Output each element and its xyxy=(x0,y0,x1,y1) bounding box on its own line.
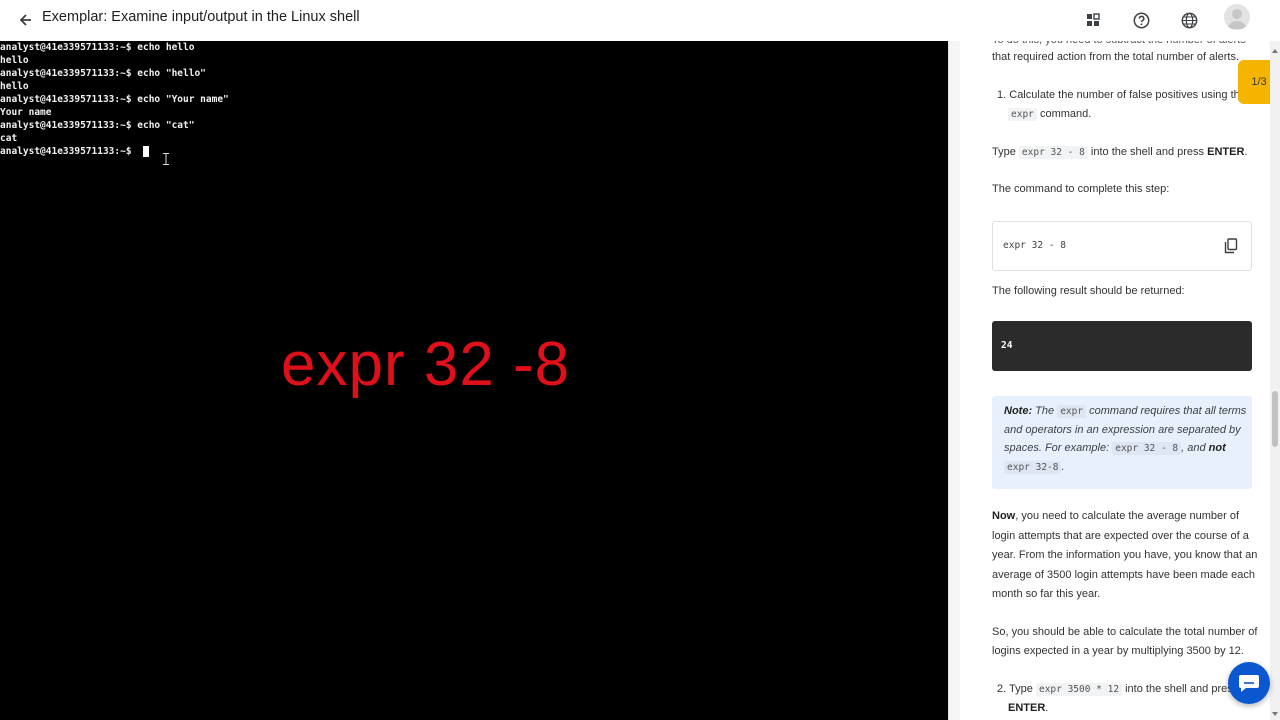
text-cursor-icon xyxy=(163,150,169,165)
grid-icon[interactable] xyxy=(1079,6,1107,34)
inline-code: expr 3500 * 12 xyxy=(1035,683,1123,696)
help-icon[interactable] xyxy=(1127,6,1155,34)
text: spaces. For example: xyxy=(1004,442,1110,454)
terminal-line: analyst@41e339571133:~$ echo "cat" xyxy=(0,120,195,131)
command-text[interactable]: expr 32 - 8 xyxy=(1003,240,1066,251)
type-instruction: Type expr 32 - 8 into the shell and pres… xyxy=(992,143,1247,163)
panel-scrollbar[interactable] xyxy=(1270,41,1280,720)
scroll-down-arrow-icon[interactable] xyxy=(1270,706,1280,716)
back-arrow-icon[interactable] xyxy=(14,8,38,32)
scroll-up-arrow-icon[interactable] xyxy=(1270,43,1280,53)
step-2: 2. Type expr 3500 * 12 into the shell an… xyxy=(997,680,1238,700)
emphasis: Now xyxy=(992,510,1016,522)
instructions-panel: To do this, you need to subtract the num… xyxy=(960,41,1270,720)
avatar[interactable] xyxy=(1224,4,1250,30)
command-label: The command to complete this step: xyxy=(992,183,1170,195)
paragraph-line: login attempts that are expected over th… xyxy=(992,530,1249,542)
paragraph-line: month so far this year. xyxy=(992,588,1101,600)
instruction-text: that required action from the total numb… xyxy=(992,51,1240,63)
key-label: ENTER xyxy=(1008,702,1046,714)
panel-splitter[interactable] xyxy=(948,41,960,720)
inline-code: expr xyxy=(1008,108,1037,121)
terminal-line: analyst@41e339571133:~$ echo "hello" xyxy=(0,68,206,79)
terminal-line: analyst@41e339571133:~$ echo "Your name" xyxy=(0,94,229,105)
step-text: Calculate the number of false positives … xyxy=(1009,89,1246,101)
step-1: 1. Calculate the number of false positiv… xyxy=(997,86,1246,106)
text: . xyxy=(1244,146,1248,158)
note-label: Note: xyxy=(1004,405,1033,417)
step-number: 1. xyxy=(997,89,1007,101)
text: command requires that all terms xyxy=(1089,405,1247,417)
inline-code: expr 32 - 8 xyxy=(1112,442,1182,455)
result-label: The following result should be returned: xyxy=(992,285,1185,297)
chat-bubble-icon xyxy=(1239,675,1259,692)
terminal-line: hello xyxy=(0,55,29,66)
step-text: command. xyxy=(1039,108,1092,120)
note-line: spaces. For example: expr 32 - 8, and no… xyxy=(1004,439,1226,458)
globe-icon[interactable] xyxy=(1175,6,1203,34)
scrollbar-thumb[interactable] xyxy=(1272,391,1278,447)
inline-code: expr 32 - 8 xyxy=(1018,146,1088,159)
note-line: Note: The expr command requires that all… xyxy=(1004,402,1246,421)
terminal-prompt: analyst@41e339571133:~$ xyxy=(0,146,138,157)
note-callout: Note: The expr command requires that all… xyxy=(992,396,1252,489)
text: . xyxy=(1045,702,1049,714)
top-header: Exemplar: Examine input/output in the Li… xyxy=(0,0,1280,41)
text: Type xyxy=(992,146,1016,158)
paragraph-line: logins expected in a year by multiplying… xyxy=(992,645,1244,657)
step-number: 2. xyxy=(997,683,1007,695)
inline-code: expr xyxy=(1057,405,1087,418)
terminal-cursor xyxy=(143,146,149,157)
paragraph-line: Now, you need to calculate the average n… xyxy=(992,507,1239,527)
chat-button[interactable] xyxy=(1228,662,1270,704)
terminal-line: analyst@41e339571133:~$ echo hello xyxy=(0,42,195,53)
text: Type xyxy=(1009,683,1033,695)
paragraph-line: average of 3500 login attempts have been… xyxy=(992,569,1255,581)
inline-code: expr 32-8 xyxy=(1004,461,1062,474)
result-text: 24 xyxy=(1001,340,1013,351)
text: into the shell and press xyxy=(1125,683,1239,695)
paragraph-line: So, you should be able to calculate the … xyxy=(992,626,1258,638)
key-label: ENTER xyxy=(1207,146,1245,158)
emphasis: not xyxy=(1208,442,1226,454)
text: into the shell and press xyxy=(1090,146,1205,158)
terminal-line: cat xyxy=(0,133,18,144)
terminal-line: hello xyxy=(0,81,29,92)
note-line: expr 32-8. xyxy=(1004,458,1065,477)
step-1-cont: expr command. xyxy=(1008,105,1091,125)
text: , and xyxy=(1181,442,1206,454)
note-line: and operators in an expression are separ… xyxy=(1004,424,1241,436)
terminal-window[interactable]: analyst@41e339571133:~$ echo hello hello… xyxy=(0,41,948,720)
page-title: Exemplar: Examine input/output in the Li… xyxy=(42,9,360,25)
terminal-line: Your name xyxy=(0,107,52,118)
command-box: expr 32 - 8 xyxy=(992,221,1252,271)
text: The xyxy=(1035,405,1055,417)
copy-icon[interactable] xyxy=(1222,237,1240,255)
overlay-caption: expr 32 -8 xyxy=(281,330,571,399)
text: , you need to calculate the average numb… xyxy=(1015,510,1240,522)
result-box: 24 xyxy=(992,321,1252,371)
text: . xyxy=(1061,461,1065,473)
step-2-cont: ENTER. xyxy=(1008,699,1048,719)
paragraph-line: year. From the information you have, you… xyxy=(992,549,1258,561)
